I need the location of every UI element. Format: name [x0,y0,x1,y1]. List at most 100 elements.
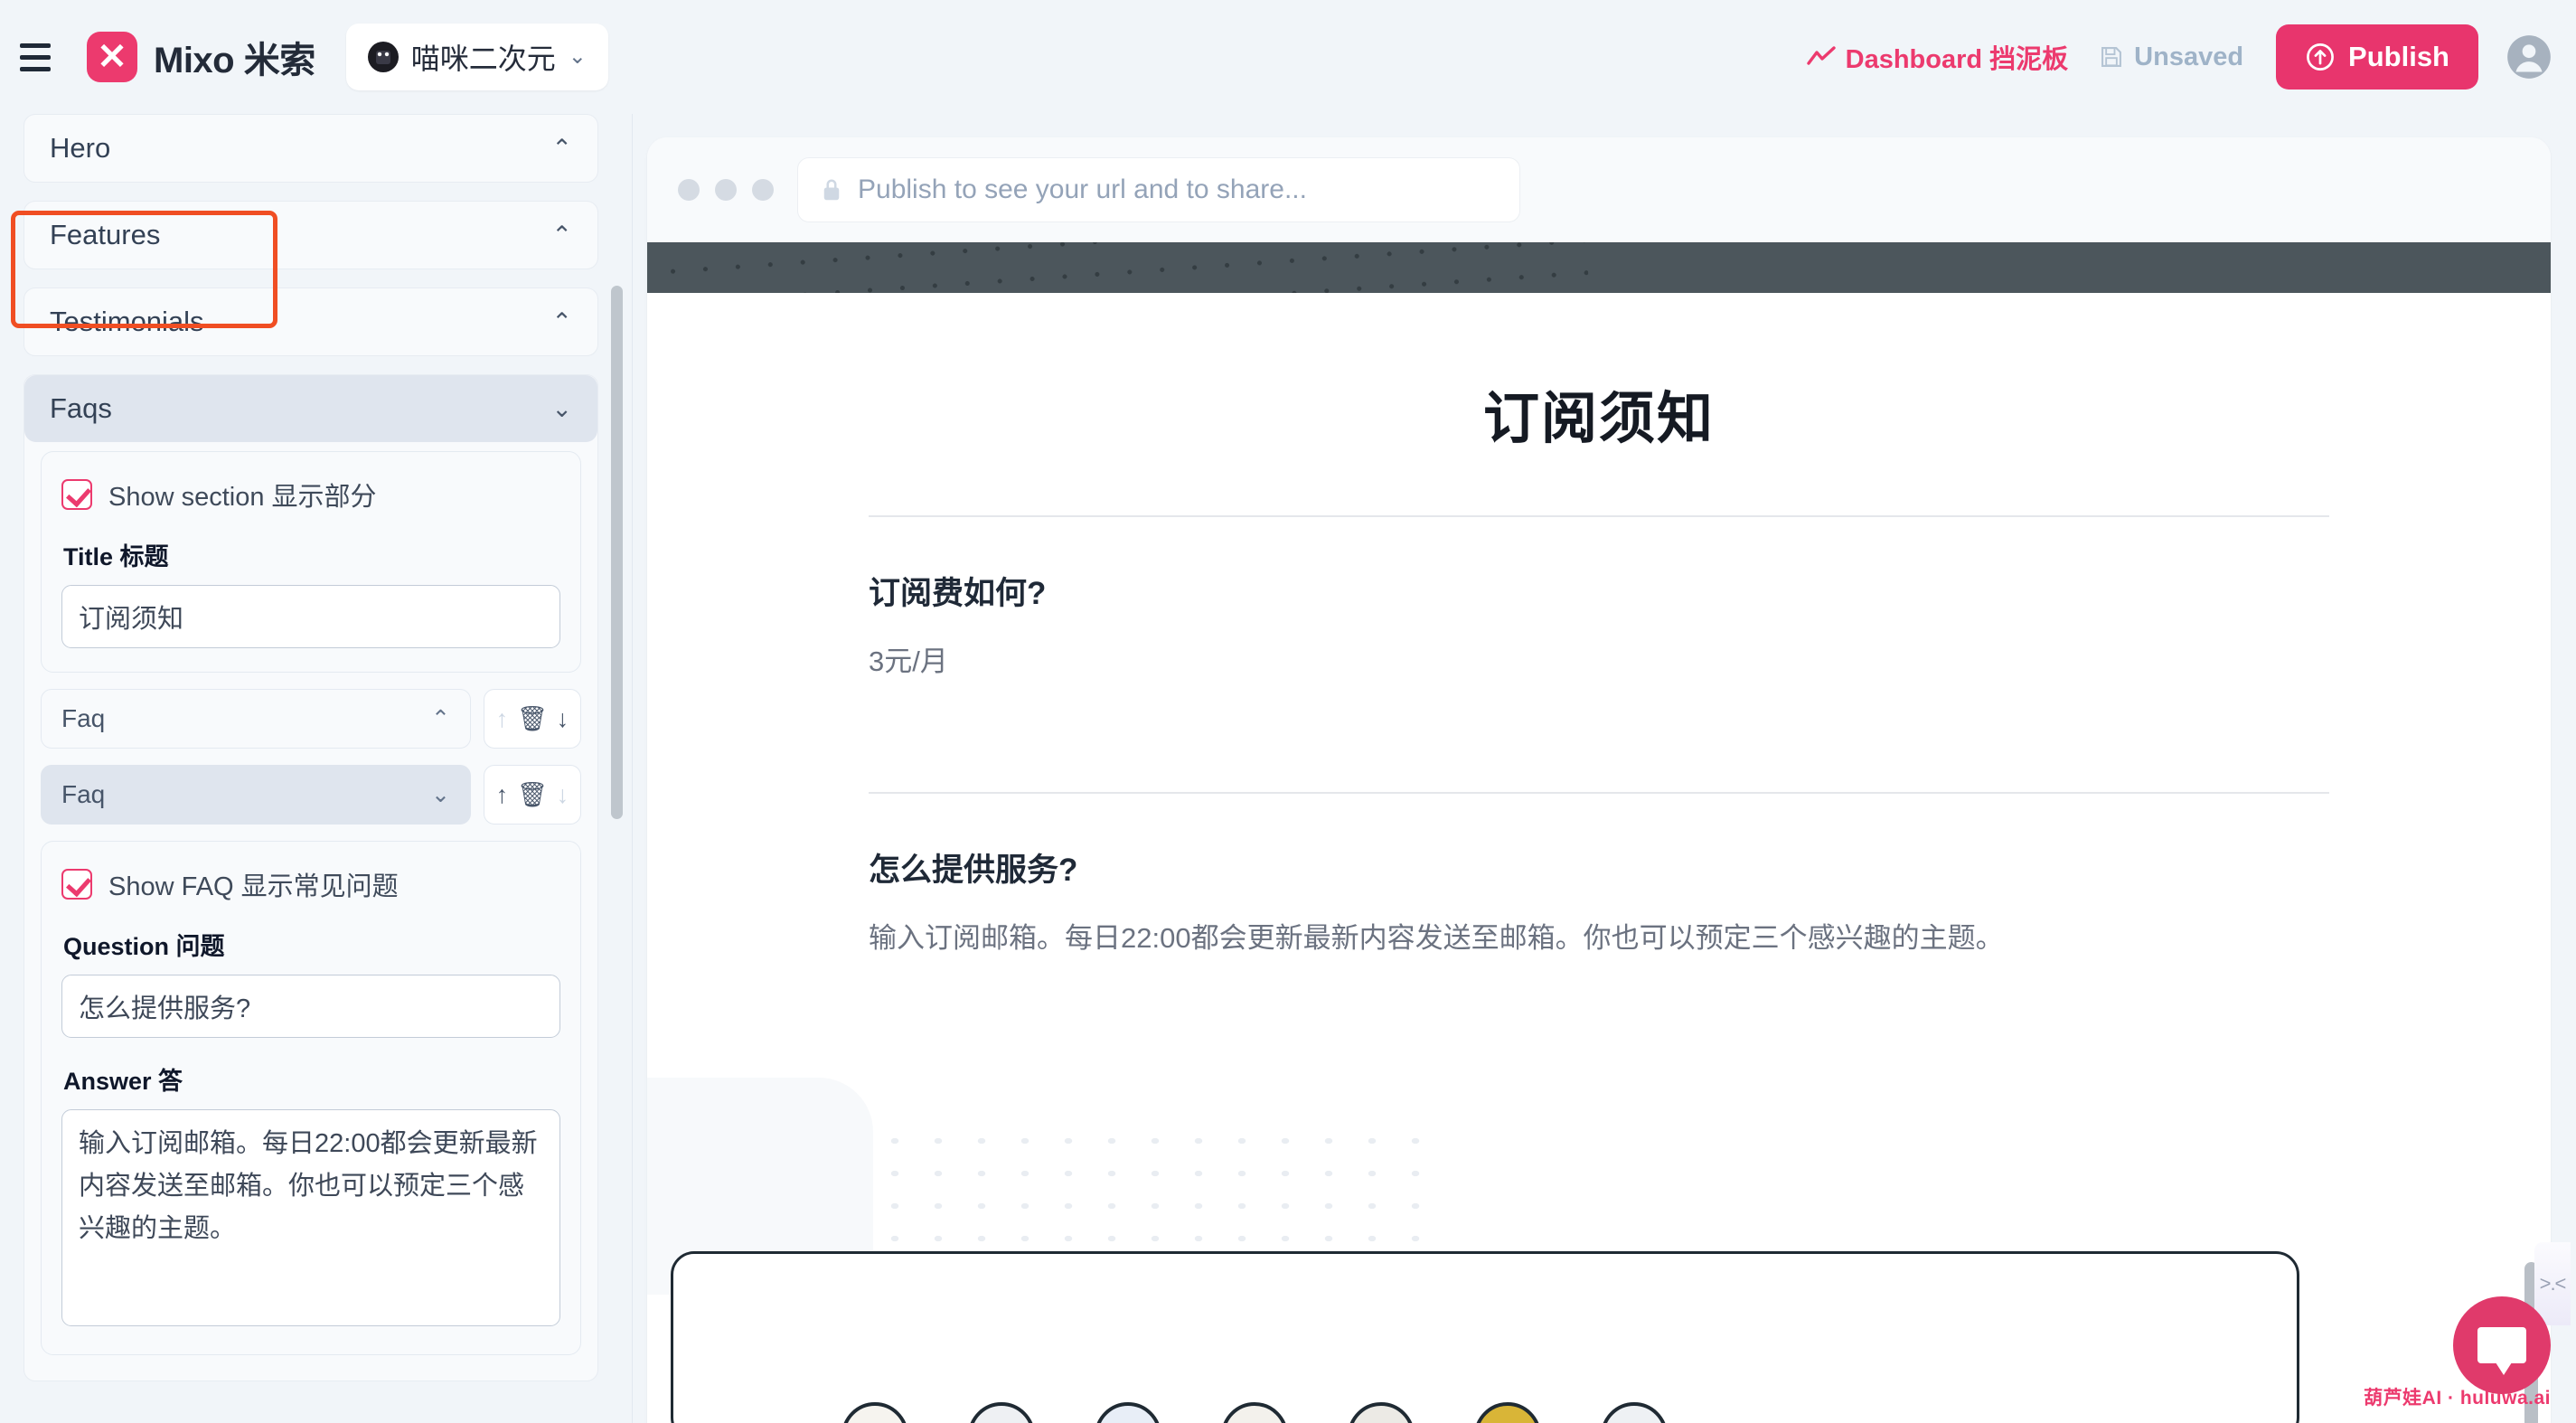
question-field-label: Question 问题 [63,933,225,960]
save-status-label: Unsaved [2134,42,2244,71]
site-faq-entry: 怎么提供服务? 输入订阅邮箱。每日22:00都会更新最新内容发送至邮箱。你也可以… [647,794,2551,960]
sidebar-section-hero[interactable]: Hero ⌃ [24,114,598,183]
site-faq-title: 订阅须知 [1482,388,1715,450]
site-header-band [647,242,2551,293]
faq-item-1-label: Faq [61,704,106,732]
title-input[interactable] [61,585,560,648]
user-avatar-icon[interactable] [2505,33,2552,80]
browser-chrome: Publish to see your url and to share... [647,137,2551,242]
trash-icon[interactable]: 🗑 [517,706,548,731]
sidebar-section-hero-header[interactable]: Hero ⌃ [24,115,597,182]
mixo-x-icon: ✕ [87,32,137,82]
site-switcher-label: 喵咪二次元 [410,42,556,75]
question-input[interactable] [61,975,560,1038]
top-bar-actions: Dashboard 挡泥板 Unsaved Publish [1806,24,2576,90]
window-dots [678,179,774,201]
site-faq-question: 订阅费如何? [869,576,1047,611]
show-faq-label: Show FAQ 显示常见问题 [108,872,399,901]
faq-item-row: Faq ⌃ ↑ 🗑 ↓ [24,689,597,749]
publish-button[interactable]: Publish [2276,24,2478,90]
faq-item-2-actions: ↑ 🗑 ↓ [484,765,581,825]
watermark-label: 葫芦娃AI · huluwa.ai [2364,1388,2551,1409]
move-up-icon[interactable]: ↑ [496,706,509,731]
chevron-up-icon: ⌃ [551,134,572,162]
chevron-up-icon: ⌃ [551,307,572,335]
site-faq-question: 怎么提供服务? [869,852,1078,888]
url-placeholder-text: Publish to see your url and to share... [858,174,1307,204]
right-rail [2552,114,2576,1423]
avatar [1221,1402,1288,1423]
sidebar-section-testimonials-header[interactable]: Testimonials ⌃ [24,288,597,355]
sidebar-scrollbar[interactable] [611,286,623,819]
trash-icon[interactable]: 🗑 [517,782,548,807]
chevron-up-icon: ⌃ [551,221,572,249]
move-down-icon[interactable]: ↓ [557,706,569,731]
site-faq-answer: 输入订阅邮箱。每日22:00都会更新最新内容发送至邮箱。你也可以预定三个感兴趣的… [869,921,2004,954]
hamburger-line [20,66,51,71]
trend-line-icon [1806,46,1836,65]
move-up-icon[interactable]: ↑ [496,782,509,807]
hamburger-line [20,54,51,60]
feedback-tab-face-icon[interactable]: >.< [2534,1242,2571,1325]
avatar [968,1402,1035,1423]
browser-preview-frame: Publish to see your url and to share... … [647,137,2551,1423]
sidebar-section-testimonials-label: Testimonials [50,306,204,337]
hamburger-icon[interactable] [20,37,60,77]
sidebar-section-faqs-header[interactable]: Faqs ⌄ [24,375,597,442]
show-section-toggle[interactable]: Show section 显示部分 [61,476,560,514]
chat-bubble-icon[interactable] [2453,1296,2551,1394]
faq-spacer [647,683,2551,730]
chat-bubble-glyph [2477,1327,2526,1375]
faq-item-1-pill[interactable]: Faq ⌃ [41,689,471,749]
avatar [841,1402,908,1423]
chevron-up-icon: ⌃ [431,705,450,731]
chevron-down-icon: ⌄ [431,781,450,807]
floppy-disk-icon [2101,47,2122,67]
avatar-row [841,1402,1668,1423]
site-avatar [367,42,399,72]
window-dot-red [678,179,700,201]
sidebar-scroll-area: Hero ⌃ Features ⌃ Testimonials ⌃ Faqs ⌄ [0,114,622,1423]
site-switcher[interactable]: 喵咪二次元 ⌄ [345,24,608,90]
avatar [1601,1402,1668,1423]
faqs-settings-card: Show section 显示部分 Title 标题 [41,451,581,673]
url-bar[interactable]: Publish to see your url and to share... [797,157,1520,222]
preview-pane: Publish to see your url and to share... … [633,114,2576,1423]
show-faq-checkbox[interactable] [61,869,92,900]
faq-item-1-actions: ↑ 🗑 ↓ [484,689,581,749]
faq-item-2-pill[interactable]: Faq ⌄ [41,765,471,825]
upload-circle-icon [2307,43,2334,71]
user-avatar-glyph [2507,35,2551,79]
window-dot-yellow [715,179,737,201]
lock-icon [823,179,840,201]
site-bottom-card [671,1251,2299,1423]
sidebar-section-hero-label: Hero [50,132,111,164]
site-faq-answer: 3元/月 [869,646,948,677]
editor-sidebar: Hero ⌃ Features ⌃ Testimonials ⌃ Faqs ⌄ [0,114,633,1423]
dashboard-link[interactable]: Dashboard 挡泥板 [1806,38,2069,76]
sidebar-section-features-header[interactable]: Features ⌃ [24,202,597,269]
show-faq-toggle[interactable]: Show FAQ 显示常见问题 [61,865,560,903]
brand-logo[interactable]: ✕ Mixo 米索 [87,31,315,83]
hamburger-line [20,42,51,48]
title-field-label: Title 标题 [63,543,169,570]
window-dot-green [752,179,774,201]
site-body: 订阅须知 订阅费如何? 3元/月 怎么提供服务? 输入订阅邮箱。每日22:00都… [647,293,2551,1423]
answer-textarea[interactable] [61,1109,560,1326]
show-section-checkbox[interactable] [61,479,92,510]
sidebar-section-features[interactable]: Features ⌃ [24,201,598,269]
avatar [1474,1402,1541,1423]
dashboard-link-label: Dashboard 挡泥板 [1845,45,2069,74]
faq-item-editor: Show FAQ 显示常见问题 Question 问题 Answer 答 [41,841,581,1355]
faq-item-row: Faq ⌄ ↑ 🗑 ↓ [24,765,597,825]
avatar [1095,1402,1161,1423]
move-down-icon[interactable]: ↓ [557,782,569,807]
show-section-label: Show section 显示部分 [108,483,377,512]
save-status: Unsaved [2099,42,2243,72]
brand-name: Mixo 米索 [154,41,315,80]
avatar [1348,1402,1415,1423]
chevron-down-icon: ⌄ [568,44,587,69]
sidebar-section-faqs-label: Faqs [50,392,112,424]
sidebar-section-faqs[interactable]: Faqs ⌄ Show section 显示部分 Title 标题 Faq ⌃ … [24,374,598,1381]
sidebar-section-testimonials[interactable]: Testimonials ⌃ [24,287,598,356]
